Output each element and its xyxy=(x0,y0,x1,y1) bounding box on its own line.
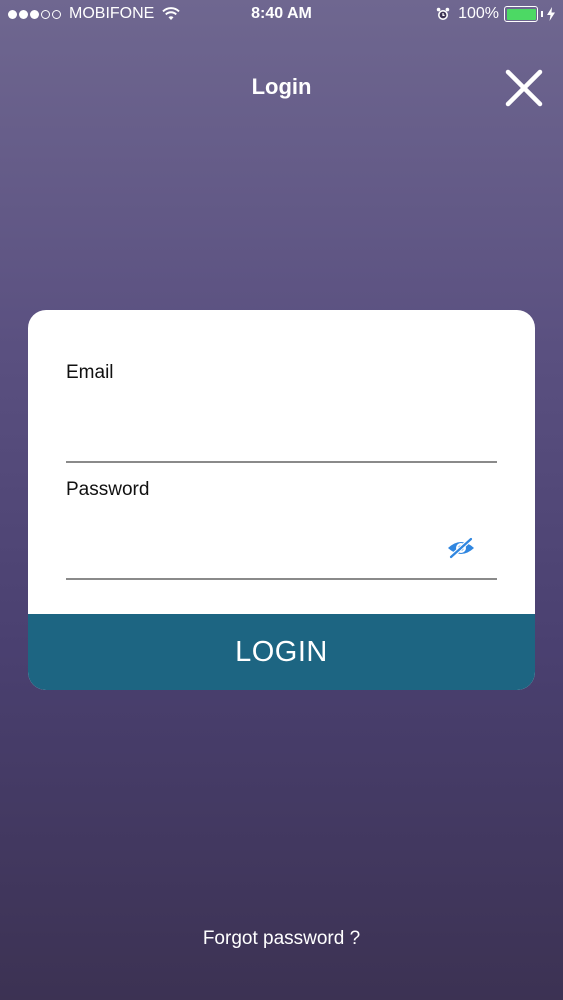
password-field[interactable] xyxy=(66,540,497,580)
status-right: 100% xyxy=(436,5,555,23)
email-field[interactable] xyxy=(66,423,497,463)
login-card: Email Password LOGIN xyxy=(28,310,535,690)
battery-nub xyxy=(541,11,543,17)
battery-icon xyxy=(504,6,538,22)
alarm-icon xyxy=(436,7,450,20)
status-bar: MOBIFONE 8:40 AM 100% xyxy=(0,0,563,30)
battery-fill xyxy=(506,8,536,20)
email-label: Email xyxy=(66,362,114,383)
battery-percent: 100% xyxy=(458,5,499,22)
eye-slash-icon[interactable] xyxy=(446,536,476,560)
forgot-password-link[interactable]: Forgot password ? xyxy=(0,928,563,950)
close-icon[interactable] xyxy=(504,68,544,108)
password-label: Password xyxy=(66,479,150,500)
charging-bolt-icon xyxy=(547,7,555,21)
page-title: Login xyxy=(251,74,312,99)
login-button[interactable]: LOGIN xyxy=(28,614,535,690)
